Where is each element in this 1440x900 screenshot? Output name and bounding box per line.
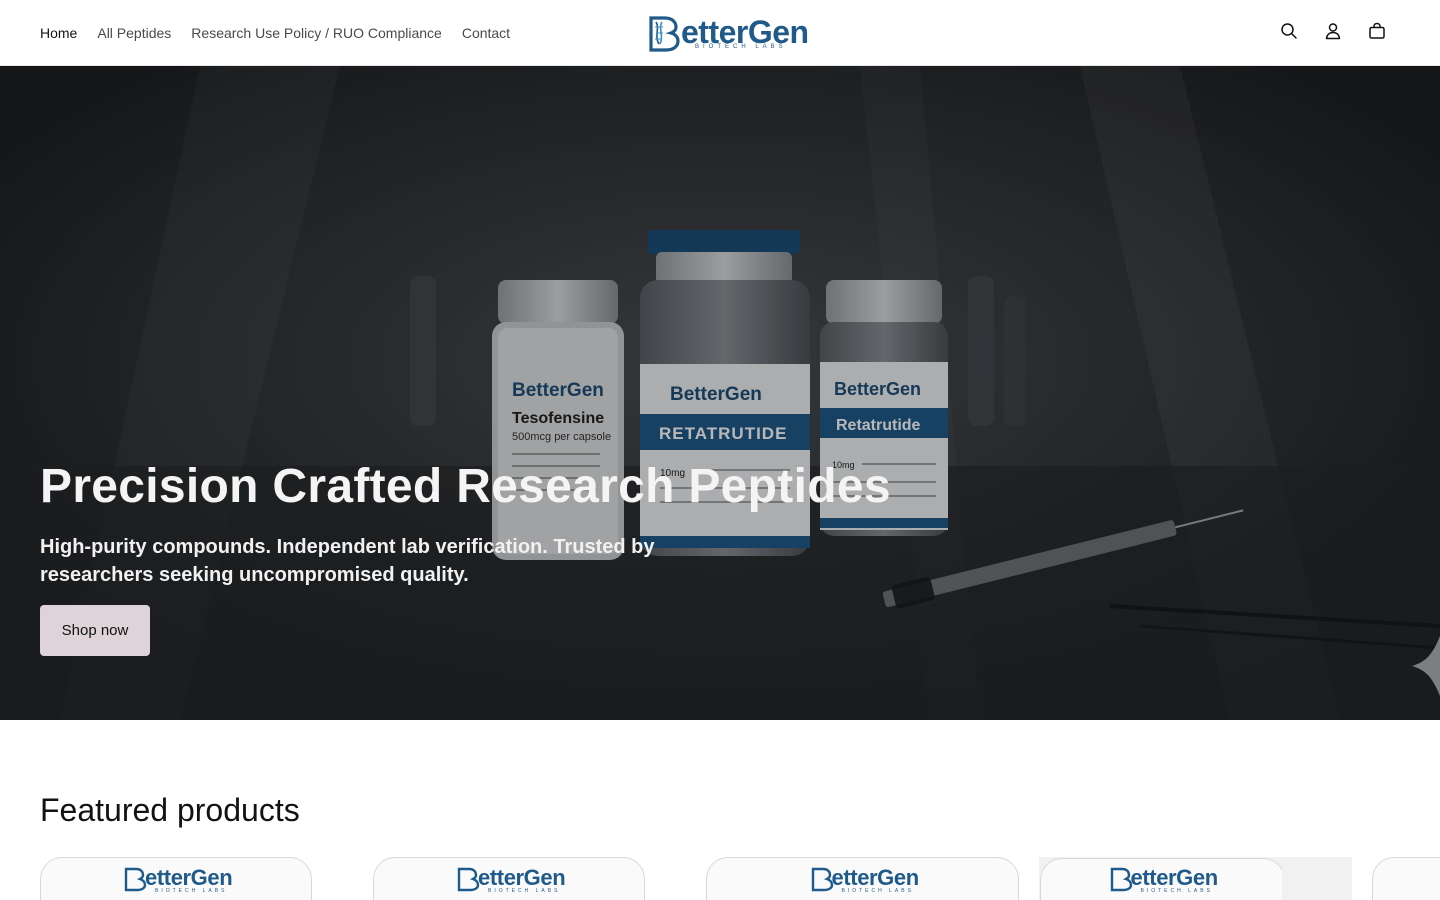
product-card[interactable] xyxy=(1372,857,1440,900)
product-card-logo: etterGen BIOTECH LABS xyxy=(1107,865,1219,896)
product-card-brand: etterGen xyxy=(478,865,566,890)
product-card-brand: etterGen xyxy=(145,865,233,890)
product-card-brand: etterGen xyxy=(1130,865,1219,890)
account-icon[interactable] xyxy=(1322,20,1344,42)
product-card-logo: etterGen BIOTECH LABS xyxy=(454,865,566,896)
header-actions xyxy=(1278,20,1388,42)
product-card-image-bg xyxy=(1282,857,1352,900)
product-card[interactable]: etterGen BIOTECH LABS xyxy=(40,857,312,900)
product-card-tagline: BIOTECH LABS xyxy=(841,888,914,894)
product-card[interactable]: etterGen BIOTECH LABS xyxy=(706,857,1019,900)
nav-link-all-peptides[interactable]: All Peptides xyxy=(97,25,171,41)
featured-products-heading: Featured products xyxy=(40,792,300,828)
hero-overlay xyxy=(0,66,1440,720)
hero-title: Precision Crafted Research Peptides xyxy=(40,460,891,513)
nav-link-research-policy[interactable]: Research Use Policy / RUO Compliance xyxy=(191,25,442,41)
product-card-logo: etterGen BIOTECH LABS xyxy=(121,865,233,896)
nav-link-contact[interactable]: Contact xyxy=(462,25,510,41)
site-logo[interactable]: etterGen BIOTECH LABS xyxy=(643,14,809,54)
logo-mark-icon xyxy=(124,867,147,892)
logo-mark-icon xyxy=(649,16,680,52)
product-card-logo: etterGen BIOTECH LABS xyxy=(808,865,920,896)
product-card-tagline: BIOTECH LABS xyxy=(155,888,228,894)
site-header: Home All Peptides Research Use Policy / … xyxy=(0,0,1440,66)
logo-tagline: BIOTECH LABS xyxy=(695,44,787,50)
logo-mark-icon xyxy=(457,867,480,892)
nav-link-home[interactable]: Home xyxy=(40,25,77,41)
logo-mark-icon xyxy=(1110,867,1132,892)
featured-products-carousel: etterGen BIOTECH LABS etterGen BIOTECH L… xyxy=(0,857,1440,900)
hero-banner: BetterGen Tesofensine 500mcg per capsole… xyxy=(0,66,1440,720)
product-card[interactable]: etterGen BIOTECH LABS xyxy=(373,857,645,900)
product-card[interactable]: etterGen BIOTECH LABS xyxy=(1039,857,1284,900)
logo-mark-icon xyxy=(811,867,833,892)
shop-now-button[interactable]: Shop now xyxy=(40,605,150,656)
hero-subtitle: High-purity compounds. Independent lab v… xyxy=(40,536,655,586)
product-card-brand: etterGen xyxy=(831,865,920,890)
product-card-tagline: BIOTECH LABS xyxy=(1140,888,1213,894)
product-card-tagline: BIOTECH LABS xyxy=(488,888,561,894)
main-nav: Home All Peptides Research Use Policy / … xyxy=(40,0,510,65)
cart-icon[interactable] xyxy=(1366,20,1388,42)
search-icon[interactable] xyxy=(1278,20,1300,42)
